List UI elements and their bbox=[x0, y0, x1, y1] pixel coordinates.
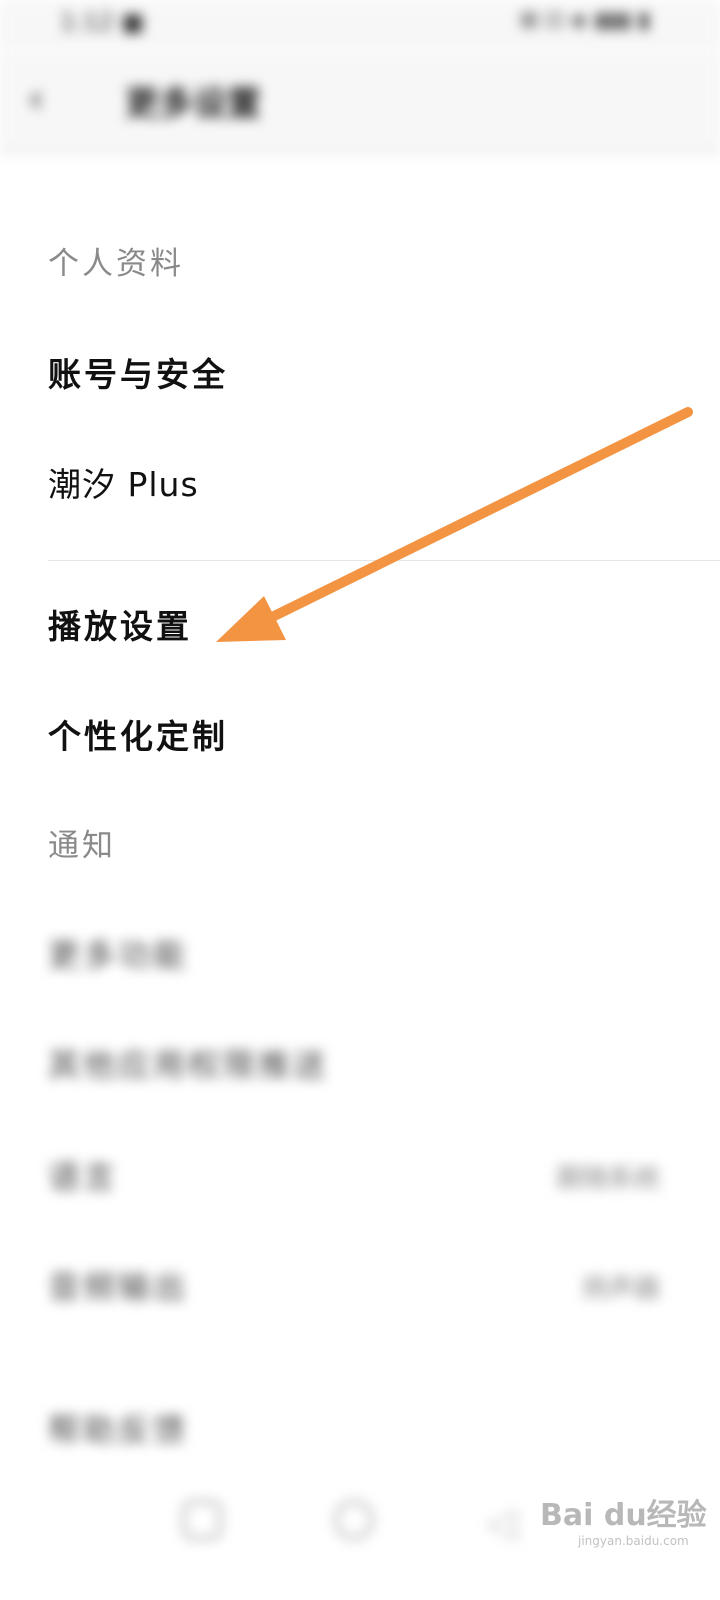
annotation-arrow bbox=[216, 407, 693, 642]
baidu-watermark-logo: Bai du经验 bbox=[540, 1498, 707, 1533]
arrow-head bbox=[216, 596, 286, 642]
baidu-watermark-url: jingyan.baidu.com bbox=[578, 1534, 689, 1548]
arrow-shaft bbox=[253, 407, 693, 629]
